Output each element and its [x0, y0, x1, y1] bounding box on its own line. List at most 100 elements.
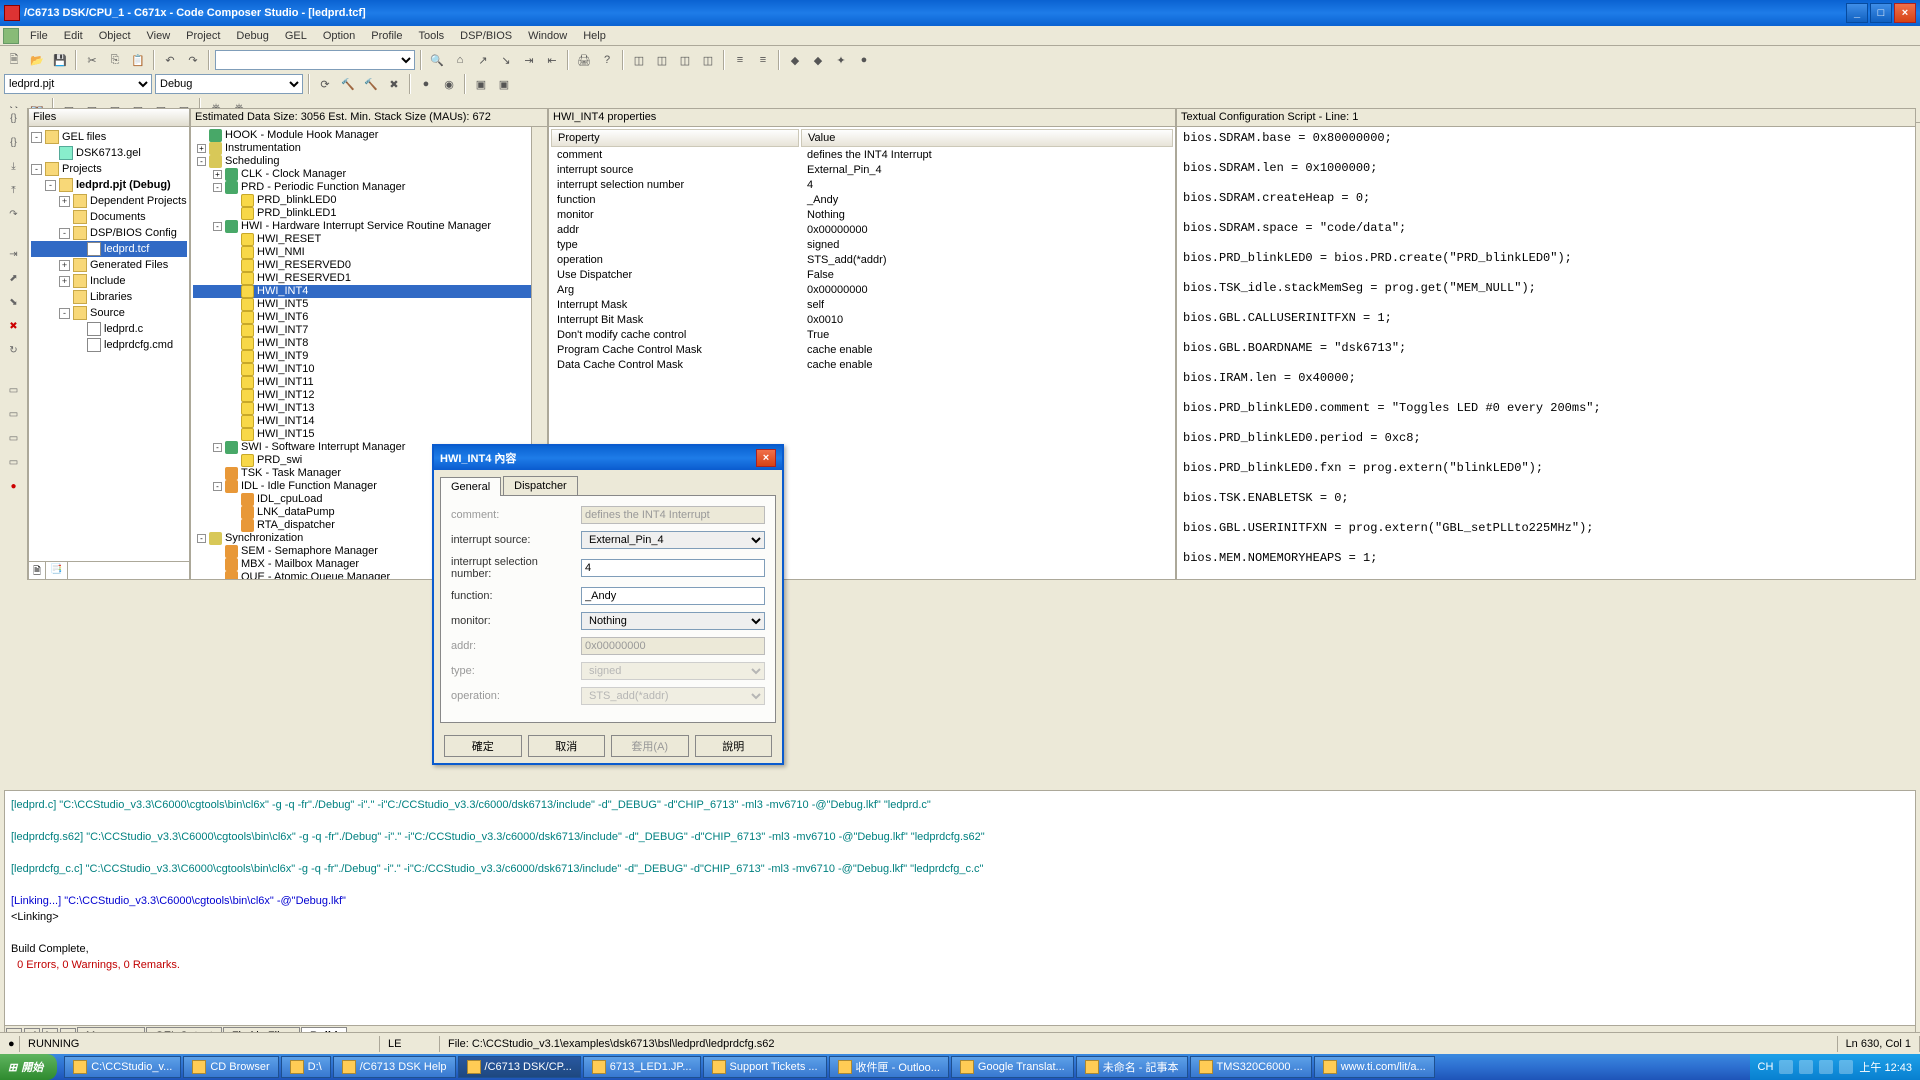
undo-button[interactable]: ↶ — [160, 50, 180, 70]
property-row[interactable]: interrupt selection number4 — [551, 179, 1173, 192]
cancel-button[interactable]: 取消 — [528, 735, 606, 757]
config-item[interactable]: HWI_INT13 — [193, 402, 545, 415]
task-button[interactable]: /C6713 DSK/CP... — [458, 1056, 581, 1078]
config-item[interactable]: HWI_INT8 — [193, 337, 545, 350]
start-button[interactable]: ⊞ 開始 — [0, 1054, 57, 1080]
menu-view[interactable]: View — [139, 28, 179, 44]
files-tree[interactable]: -GEL filesDSK6713.gel-Projects-ledprd.pj… — [29, 127, 189, 561]
file-item[interactable]: +Dependent Projects — [31, 193, 187, 209]
property-row[interactable]: Don't modify cache controlTrue — [551, 329, 1173, 342]
tray-icon-1[interactable] — [1779, 1060, 1793, 1074]
property-row[interactable]: monitorNothing — [551, 209, 1173, 222]
file-item[interactable]: +Include — [31, 273, 187, 289]
tb-btn-4[interactable]: ⇥ — [519, 50, 539, 70]
sb-btn-10[interactable]: ↻ — [5, 344, 23, 362]
tb-btn-6[interactable]: ◫ — [629, 50, 649, 70]
tb-btn-3[interactable]: ↘ — [496, 50, 516, 70]
sb-btn-6[interactable]: ⇥ — [5, 248, 23, 266]
property-row[interactable]: Use DispatcherFalse — [551, 269, 1173, 282]
clock[interactable]: 上午 12:43 — [1859, 1059, 1912, 1075]
output-body[interactable]: [ledprd.c] "C:\CCStudio_v3.3\C6000\cgtoo… — [5, 791, 1915, 1025]
tb-btn-5[interactable]: ⇤ — [542, 50, 562, 70]
tb-btn-13[interactable]: ◆ — [808, 50, 828, 70]
task-button[interactable]: CD Browser — [183, 1056, 278, 1078]
file-item[interactable]: -Projects — [31, 161, 187, 177]
sb-btn-1[interactable]: {} — [5, 112, 23, 130]
breakpoint-button[interactable]: ● — [416, 74, 436, 94]
property-row[interactable]: Data Cache Control Maskcache enable — [551, 359, 1173, 372]
config-item[interactable]: -Scheduling — [193, 155, 545, 168]
tb-btn-10[interactable]: ≡ — [730, 50, 750, 70]
sb-btn-9[interactable]: ✖ — [5, 320, 23, 338]
input-function[interactable] — [581, 587, 765, 605]
tab-general[interactable]: General — [440, 477, 501, 496]
config-item[interactable]: HWI_NMI — [193, 246, 545, 259]
property-row[interactable]: operationSTS_add(*addr) — [551, 254, 1173, 267]
task-button[interactable]: C:\CCStudio_v... — [64, 1056, 181, 1078]
tb-btn-18[interactable]: ▣ — [494, 74, 514, 94]
menu-object[interactable]: Object — [91, 28, 139, 44]
sb-btn-12[interactable]: ▭ — [5, 408, 23, 426]
tb-btn-14[interactable]: ✦ — [831, 50, 851, 70]
config-item[interactable]: HWI_INT11 — [193, 376, 545, 389]
task-button[interactable]: www.ti.com/lit/a... — [1314, 1056, 1435, 1078]
property-row[interactable]: Program Cache Control Maskcache enable — [551, 344, 1173, 357]
file-item[interactable]: ledprdcfg.cmd — [31, 337, 187, 353]
lang-indicator[interactable]: CH — [1758, 1061, 1774, 1073]
property-row[interactable]: typesigned — [551, 239, 1173, 252]
property-row[interactable]: Arg0x00000000 — [551, 284, 1173, 297]
menu-option[interactable]: Option — [315, 28, 363, 44]
help-button[interactable]: 說明 — [695, 735, 773, 757]
save-button[interactable]: 💾 — [50, 50, 70, 70]
sb-btn-5[interactable]: ↷ — [5, 208, 23, 226]
menu-gel[interactable]: GEL — [277, 28, 315, 44]
menu-profile[interactable]: Profile — [363, 28, 410, 44]
config-item[interactable]: HWI_INT4 — [193, 285, 545, 298]
task-button[interactable]: /C6713 DSK Help — [333, 1056, 456, 1078]
config-item[interactable]: -HWI - Hardware Interrupt Service Routin… — [193, 220, 545, 233]
maximize-button[interactable]: □ — [1870, 3, 1892, 23]
find-button[interactable]: 🔍 — [427, 50, 447, 70]
menu-file[interactable]: File — [22, 28, 56, 44]
dialog-close-button[interactable]: × — [756, 449, 776, 467]
tray-icon-2[interactable] — [1799, 1060, 1813, 1074]
sb-btn-13[interactable]: ▭ — [5, 432, 23, 450]
sb-btn-8[interactable]: ⬊ — [5, 296, 23, 314]
ok-button[interactable]: 確定 — [444, 735, 522, 757]
open-button[interactable]: 📂 — [27, 50, 47, 70]
property-row[interactable]: addr0x00000000 — [551, 224, 1173, 237]
col-value[interactable]: Value — [801, 129, 1173, 147]
new-button[interactable]: 🗎 — [4, 50, 24, 70]
file-item[interactable]: ledprd.c — [31, 321, 187, 337]
build-config-combo[interactable]: Debug — [155, 74, 303, 94]
refresh-button[interactable]: ⟳ — [315, 74, 335, 94]
config-item[interactable]: PRD_blinkLED0 — [193, 194, 545, 207]
file-item[interactable]: -Source — [31, 305, 187, 321]
file-item[interactable]: Libraries — [31, 289, 187, 305]
file-item[interactable]: +Generated Files — [31, 257, 187, 273]
property-row[interactable]: interrupt sourceExternal_Pin_4 — [551, 164, 1173, 177]
files-tab-1[interactable]: 🗎 — [29, 562, 46, 579]
tb-btn-17[interactable]: ▣ — [471, 74, 491, 94]
task-button[interactable]: 未命名 - 記事本 — [1076, 1056, 1188, 1078]
property-row[interactable]: Interrupt Bit Mask0x0010 — [551, 314, 1173, 327]
config-item[interactable]: HWI_INT12 — [193, 389, 545, 402]
close-button[interactable]: × — [1894, 3, 1916, 23]
config-item[interactable]: HWI_RESERVED0 — [193, 259, 545, 272]
config-item[interactable]: HWI_RESERVED1 — [193, 272, 545, 285]
files-tab-2[interactable]: 📑 — [46, 562, 67, 579]
config-item[interactable]: HWI_INT10 — [193, 363, 545, 376]
file-item[interactable]: DSK6713.gel — [31, 145, 187, 161]
sb-btn-11[interactable]: ▭ — [5, 384, 23, 402]
help-button[interactable]: ? — [597, 50, 617, 70]
property-row[interactable]: Interrupt Maskself — [551, 299, 1173, 312]
tb-btn-1[interactable]: ⌂ — [450, 50, 470, 70]
rebuild-button[interactable]: 🔨 — [361, 74, 381, 94]
tray-icon-4[interactable] — [1839, 1060, 1853, 1074]
tb-btn-2[interactable]: ↗ — [473, 50, 493, 70]
tb-btn-9[interactable]: ◫ — [698, 50, 718, 70]
tray-icon-3[interactable] — [1819, 1060, 1833, 1074]
cut-button[interactable]: ✂ — [82, 50, 102, 70]
config-item[interactable]: +CLK - Clock Manager — [193, 168, 545, 181]
input-isel[interactable] — [581, 559, 765, 577]
